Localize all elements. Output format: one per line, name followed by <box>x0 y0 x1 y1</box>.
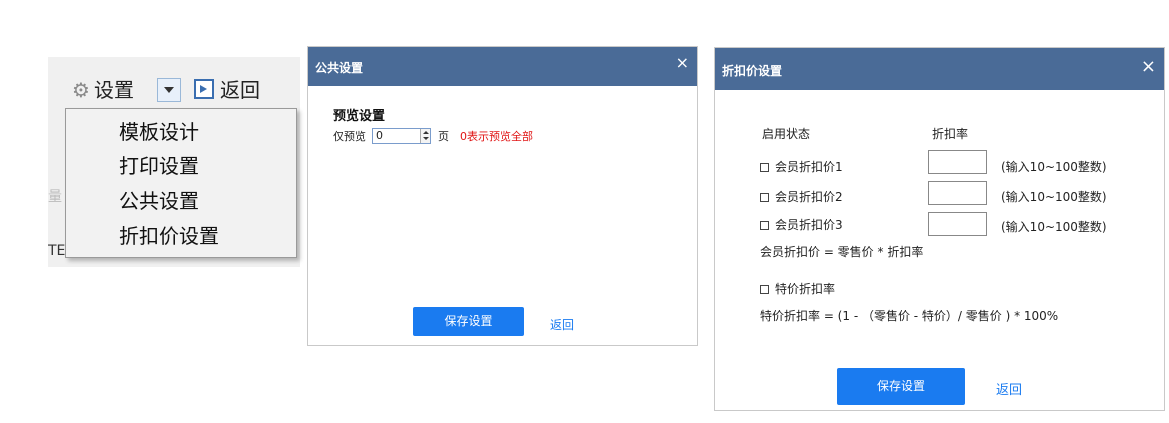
member-discount-3-hint: (输入10~100整数) <box>1001 220 1107 234</box>
preview-section-title: 预览设置 <box>333 109 386 124</box>
member-discount-2-hint: (输入10~100整数) <box>1001 190 1107 204</box>
column-header-rate: 折扣率 <box>932 127 969 141</box>
back-icon[interactable] <box>194 79 214 99</box>
back-link[interactable]: 返回 <box>550 316 574 333</box>
close-icon[interactable]: × <box>1141 56 1156 77</box>
special-discount-checkbox[interactable]: 特价折扣率 <box>760 280 835 297</box>
special-discount-label: 特价折扣率 <box>775 282 836 296</box>
menu-item-print-settings[interactable]: 打印设置 <box>119 151 199 181</box>
menu-item-public-settings[interactable]: 公共设置 <box>119 186 199 216</box>
preview-label: 仅预览 <box>333 130 366 143</box>
preview-hint: 0表示预览全部 <box>460 130 533 143</box>
stepper-arrows-icon[interactable] <box>420 129 430 143</box>
checkbox-icon <box>760 163 769 172</box>
dialog-header: 折扣价设置 × <box>715 48 1164 90</box>
checkbox-icon <box>760 285 769 294</box>
member-discount-3-input[interactable] <box>928 212 987 236</box>
close-icon[interactable]: × <box>676 53 689 72</box>
dialog-title: 公共设置 <box>315 61 364 75</box>
checkbox-icon <box>760 193 769 202</box>
save-settings-button[interactable]: 保存设置 <box>837 368 965 405</box>
back-link[interactable]: 返回 <box>996 379 1022 398</box>
member-discount-2-label: 会员折扣价2 <box>775 190 843 204</box>
discount-settings-dialog: 折扣价设置 × 启用状态 折扣率 会员折扣价1 (输入10~100整数) 会员折… <box>714 47 1165 411</box>
obscured-text-bottom: TE <box>48 243 66 259</box>
public-settings-dialog: 公共设置 × 预览设置 仅预览 0 页 0表示预览全部 保存设置 返回 <box>307 46 698 346</box>
preview-row: 仅预览 0 页 0表示预览全部 <box>333 128 533 144</box>
member-discount-2-checkbox[interactable]: 会员折扣价2 <box>760 188 843 205</box>
preview-pages-value: 0 <box>376 129 383 142</box>
member-discount-3-checkbox[interactable]: 会员折扣价3 <box>760 216 843 233</box>
settings-dropdown-button[interactable] <box>157 78 181 102</box>
dialog-title: 折扣价设置 <box>722 64 783 78</box>
settings-button[interactable]: 设置 <box>94 77 134 103</box>
page-unit-label: 页 <box>438 130 449 143</box>
settings-dropdown-menu: 模板设计 打印设置 公共设置 折扣价设置 <box>65 108 297 258</box>
member-discount-1-checkbox[interactable]: 会员折扣价1 <box>760 158 843 175</box>
save-settings-button[interactable]: 保存设置 <box>413 307 524 336</box>
special-discount-formula: 特价折扣率 = (1 - （零售价 - 特价）/ 零售价 ) * 100% <box>760 309 1059 323</box>
menu-item-template-design[interactable]: 模板设计 <box>119 117 199 147</box>
member-discount-1-label: 会员折扣价1 <box>775 160 843 174</box>
checkbox-icon <box>760 221 769 230</box>
chevron-down-icon <box>164 87 174 93</box>
back-button[interactable]: 返回 <box>220 77 260 103</box>
member-discount-3-label: 会员折扣价3 <box>775 218 843 232</box>
member-discount-1-hint: (输入10~100整数) <box>1001 160 1107 174</box>
member-discount-1-input[interactable] <box>928 150 987 174</box>
dialog-header: 公共设置 × <box>308 47 697 86</box>
gear-icon[interactable]: ⚙ <box>70 79 92 101</box>
member-discount-formula: 会员折扣价 = 零售价 * 折扣率 <box>760 245 924 259</box>
column-header-status: 启用状态 <box>762 127 811 141</box>
preview-pages-stepper[interactable]: 0 <box>372 128 431 144</box>
menu-item-discount-settings[interactable]: 折扣价设置 <box>119 221 219 251</box>
member-discount-2-input[interactable] <box>928 181 987 205</box>
